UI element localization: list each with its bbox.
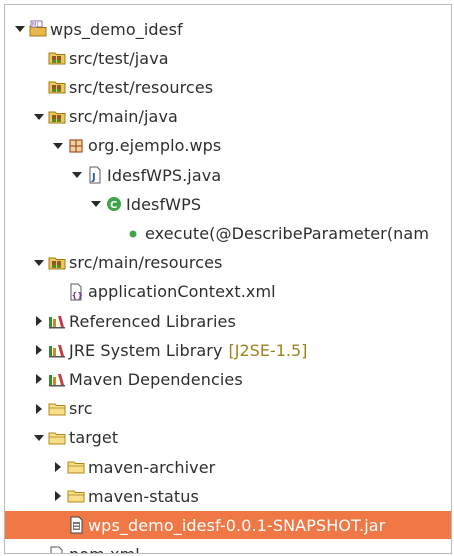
tree-item-label: JRE System Library: [69, 340, 223, 360]
tree-item-decoration: [J2SE-1.5]: [228, 340, 308, 360]
source-folder-icon: [48, 108, 66, 126]
tree-item-label: wps_demo_idesf-0.0.1-SNAPSHOT.jar: [88, 515, 386, 535]
library-icon: [48, 312, 66, 330]
java-file-icon: J: [86, 166, 104, 184]
source-folder-icon: [48, 78, 66, 96]
tree-item[interactable]: wps_demo_idesf-0.0.1-SNAPSHOT.jar: [5, 511, 451, 540]
svg-text:M: M: [32, 22, 36, 28]
tree-item-label: pom.xml: [69, 545, 140, 553]
collapse-arrow-icon[interactable]: [32, 402, 46, 416]
folder-icon: [48, 429, 66, 447]
svg-text:m: m: [53, 553, 61, 554]
tree-item[interactable]: src/test/resources: [5, 73, 451, 101]
tree-item-label: Maven Dependencies: [69, 369, 243, 389]
expand-arrow-icon[interactable]: [32, 256, 46, 270]
tree-item-label: maven-status: [88, 486, 199, 506]
expand-arrow-icon[interactable]: [51, 139, 65, 153]
tree-item-label: src/test/resources: [69, 77, 214, 97]
tree-item[interactable]: org.ejemplo.wps: [5, 132, 451, 160]
tree-item-label: IdesfWPS: [126, 194, 202, 214]
tree-item[interactable]: execute(@DescribeParameter(nam: [5, 219, 451, 247]
public-method-icon: [124, 224, 142, 242]
svg-text:{}: {}: [72, 291, 83, 300]
tree-item-label: maven-archiver: [88, 457, 216, 477]
collapse-arrow-icon[interactable]: [51, 489, 65, 503]
tree-item[interactable]: Referenced Libraries: [5, 307, 451, 335]
source-folder-icon: [48, 49, 66, 67]
tree-item-label: execute(@DescribeParameter(nam: [145, 223, 430, 243]
tree-item-label: src/main/java: [69, 107, 178, 127]
folder-icon: [48, 400, 66, 418]
tree-item[interactable]: src/main/resources: [5, 249, 451, 277]
collapse-arrow-icon[interactable]: [32, 314, 46, 328]
tree-item[interactable]: C IdesfWPS: [5, 190, 451, 218]
expand-arrow-icon[interactable]: [13, 22, 27, 36]
expand-arrow-icon[interactable]: [32, 431, 46, 445]
svg-text:J: J: [36, 22, 38, 28]
svg-text:C: C: [110, 200, 117, 211]
tree-item[interactable]: M Jwps_demo_idesf: [5, 15, 451, 43]
library-icon: [48, 341, 66, 359]
library-icon: [48, 370, 66, 388]
tree-item-label: wps_demo_idesf: [50, 19, 183, 39]
collapse-arrow-icon[interactable]: [32, 343, 46, 357]
package-icon: [67, 137, 85, 155]
tree-item[interactable]: m pom.xml: [5, 541, 451, 554]
tree-item-label: src: [69, 399, 93, 419]
project-explorer-tree[interactable]: M Jwps_demo_idesf src/test/java src/test…: [4, 4, 452, 554]
tree-item-label: IdesfWPS.java: [107, 165, 222, 185]
collapse-arrow-icon[interactable]: [32, 372, 46, 386]
collapse-arrow-icon[interactable]: [51, 460, 65, 474]
source-folder-icon: [48, 254, 66, 272]
maven-pom-icon: m: [48, 546, 66, 554]
expand-arrow-icon[interactable]: [70, 168, 84, 182]
expand-arrow-icon[interactable]: [32, 110, 46, 124]
class-icon: C: [105, 195, 123, 213]
maven-project-icon: M J: [29, 20, 47, 38]
tree-item[interactable]: J IdesfWPS.java: [5, 161, 451, 189]
tree-item[interactable]: JRE System Library [J2SE-1.5]: [5, 336, 451, 364]
tree-item[interactable]: src: [5, 395, 451, 423]
tree-item-label: Referenced Libraries: [69, 311, 236, 331]
xml-file-icon: {}: [67, 283, 85, 301]
tree-item[interactable]: {} applicationContext.xml: [5, 278, 451, 306]
tree-item[interactable]: maven-archiver: [5, 453, 451, 481]
tree-item[interactable]: Maven Dependencies: [5, 365, 451, 393]
tree-item-label: target: [69, 428, 119, 448]
tree-item-label: org.ejemplo.wps: [88, 136, 222, 156]
tree-item[interactable]: target: [5, 424, 451, 452]
tree-item[interactable]: maven-status: [5, 482, 451, 510]
tree-item[interactable]: src/main/java: [5, 103, 451, 131]
folder-icon: [67, 458, 85, 476]
jar-file-icon: [67, 516, 85, 534]
tree-item-label: src/main/resources: [69, 253, 223, 273]
folder-icon: [67, 487, 85, 505]
svg-text:J: J: [91, 172, 96, 183]
expand-arrow-icon[interactable]: [89, 197, 103, 211]
tree-item-label: applicationContext.xml: [88, 282, 276, 302]
tree-item-label: src/test/java: [69, 48, 169, 68]
tree-item[interactable]: src/test/java: [5, 44, 451, 72]
